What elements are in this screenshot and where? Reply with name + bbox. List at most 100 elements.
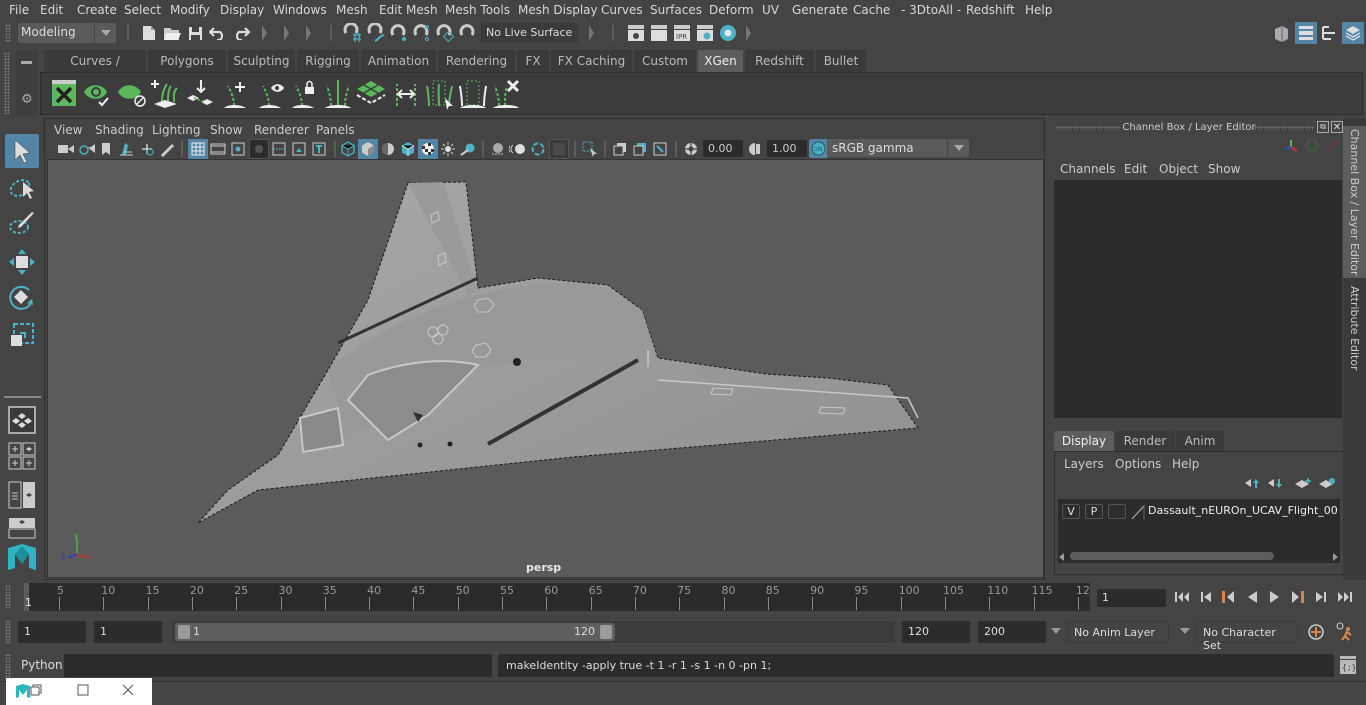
play-backwards-icon[interactable] xyxy=(1243,589,1261,605)
menu-set-selector[interactable]: Modeling xyxy=(18,23,116,43)
scroll-left-arrow[interactable] xyxy=(1059,553,1064,561)
status-line-grip[interactable] xyxy=(5,24,11,42)
layer-color-swatch[interactable] xyxy=(1131,503,1145,520)
gamma-icon[interactable] xyxy=(746,140,764,158)
layer-name[interactable]: Dassault_nEUROn_UCAV_Flight_001_ xyxy=(1148,504,1338,517)
rotate-tool-icon[interactable] xyxy=(5,281,39,315)
image-plane-icon[interactable] xyxy=(117,140,135,158)
render-view-icon[interactable] xyxy=(626,23,646,43)
go-to-start-icon[interactable] xyxy=(1174,589,1192,605)
panel-menu-panels[interactable]: Panels xyxy=(316,123,355,137)
snap-to-points-icon[interactable] xyxy=(389,23,409,43)
lasso-tool-icon[interactable] xyxy=(5,171,39,205)
snap-to-curves-icon[interactable] xyxy=(366,23,386,43)
hyperbolic-icon[interactable] xyxy=(1324,138,1340,154)
panel-menu-show[interactable]: Show xyxy=(210,123,242,137)
step-back-key-icon[interactable] xyxy=(1219,589,1237,605)
script-editor-icon[interactable]: {;} xyxy=(1338,654,1358,676)
layer-display-type-toggle[interactable] xyxy=(1108,504,1126,519)
render-current-frame-icon[interactable] xyxy=(649,23,669,43)
anim-layer-dropdown[interactable]: No Anim Layer xyxy=(1067,621,1169,643)
modeling-toolkit-icon[interactable] xyxy=(1271,23,1291,43)
menu-3dtoall[interactable]: - 3DtoAll - xyxy=(901,3,961,17)
xgen-editor-icon[interactable] xyxy=(50,78,78,108)
layer-hscrollbar[interactable] xyxy=(1058,550,1340,562)
use-all-lights-icon[interactable] xyxy=(439,140,457,158)
select-tool-icon[interactable] xyxy=(5,134,39,168)
menu-edit[interactable]: Edit xyxy=(40,3,63,17)
menu-deform[interactable]: Deform xyxy=(709,3,754,17)
playback-end-field[interactable]: 120 xyxy=(902,621,970,643)
show-menu[interactable]: Show xyxy=(1208,162,1240,176)
3d-viewport[interactable]: y x z persp xyxy=(47,159,1044,578)
range-slider-bar[interactable]: 1 120 xyxy=(175,623,615,641)
gear-icon[interactable]: ⚙ xyxy=(20,92,34,107)
menu-redshift[interactable]: Redshift xyxy=(966,3,1015,17)
character-set-dropdown[interactable]: No Character Set xyxy=(1196,621,1298,652)
four-view-layout-icon[interactable] xyxy=(5,439,39,473)
rebuild-guides-icon[interactable] xyxy=(391,78,421,110)
resolution-gate-icon[interactable] xyxy=(229,140,247,158)
collapse-arrow-icon[interactable] xyxy=(284,25,289,41)
camera-attributes-icon[interactable] xyxy=(78,140,96,158)
menu-select[interactable]: Select xyxy=(124,3,161,17)
shelf-tab-fx-caching[interactable]: FX Caching xyxy=(551,50,633,73)
snap-to-grid-icon[interactable] xyxy=(342,23,362,43)
add-or-move-guide-icon[interactable] xyxy=(222,78,252,110)
shelf-grip[interactable] xyxy=(4,52,10,114)
layer-row[interactable]: V P Dassault_nEUROn_UCAV_Flight_001_ xyxy=(1058,499,1340,523)
shadows-icon[interactable] xyxy=(459,140,477,158)
range-slider[interactable]: 1 120 xyxy=(172,621,895,643)
open-scene-icon[interactable] xyxy=(163,24,181,42)
xray-icon[interactable] xyxy=(611,140,629,158)
grid-toggle-icon[interactable] xyxy=(188,139,208,159)
shelf-tab-animation[interactable]: Animation xyxy=(361,50,437,73)
preview-eye-icon[interactable] xyxy=(82,78,112,108)
menu-generate[interactable]: Generate xyxy=(792,3,848,17)
delete-guides-icon[interactable] xyxy=(491,78,521,110)
chevron-down-icon[interactable] xyxy=(94,23,116,43)
snap-to-projected-center-icon[interactable] xyxy=(458,23,478,43)
panel-menu-renderer[interactable]: Renderer xyxy=(254,123,309,137)
xray-active-components-icon[interactable] xyxy=(631,140,649,158)
menu-create[interactable]: Create xyxy=(77,3,117,17)
layer-playback-toggle[interactable]: P xyxy=(1085,504,1103,519)
playback-start-field[interactable]: 1 xyxy=(94,621,162,643)
anti-aliasing-icon[interactable] xyxy=(529,140,547,158)
shelf-tab-bullet[interactable]: Bullet xyxy=(816,50,867,73)
field-chart-icon[interactable] xyxy=(270,140,288,158)
depth-of-field-icon[interactable] xyxy=(549,139,569,159)
new-layer-icon[interactable] xyxy=(1294,476,1312,490)
shelf-tab-curves-surfaces[interactable]: Curves / Surfaces xyxy=(44,50,147,91)
layer-tab-display[interactable]: Display xyxy=(1054,431,1114,451)
attribute-editor-toggle-icon[interactable] xyxy=(1295,22,1317,44)
gate-mask-icon[interactable] xyxy=(249,139,269,159)
collapse-arrow-icon[interactable] xyxy=(589,25,594,41)
xray-joints-icon[interactable] xyxy=(651,140,669,158)
add-guide-icon[interactable] xyxy=(150,78,180,110)
single-perspective-layout-icon[interactable] xyxy=(5,403,39,437)
new-layer-from-selected-icon[interactable] xyxy=(1318,476,1336,490)
use-default-material-icon[interactable] xyxy=(379,140,397,158)
shelf-tab-polygons[interactable]: Polygons xyxy=(148,50,227,73)
scale-tool-icon[interactable] xyxy=(5,318,39,352)
collapse-arrow-icon[interactable] xyxy=(746,25,751,41)
range-slider-grip[interactable] xyxy=(5,620,11,644)
close-icon[interactable]: ✕ xyxy=(1331,121,1343,133)
textured-icon[interactable] xyxy=(418,139,438,159)
animation-preferences-icon[interactable] xyxy=(1334,621,1356,643)
panel-menu-view[interactable]: View xyxy=(54,123,82,137)
range-start-handle[interactable] xyxy=(178,625,190,639)
panel-menu-lighting[interactable]: Lighting xyxy=(152,123,201,137)
tool-settings-toggle-icon[interactable] xyxy=(1319,23,1339,43)
scroll-right-arrow[interactable] xyxy=(1333,553,1338,561)
layer-tab-render[interactable]: Render xyxy=(1115,431,1175,451)
menu-cache[interactable]: Cache xyxy=(853,3,890,17)
move-tool-icon[interactable] xyxy=(5,245,39,279)
save-scene-icon[interactable] xyxy=(187,24,203,42)
select-guides-icon[interactable] xyxy=(425,78,455,110)
menu-file[interactable]: File xyxy=(9,3,29,17)
shelf-tab-sculpting[interactable]: Sculpting xyxy=(228,50,296,73)
sculpt-guide-icon[interactable] xyxy=(323,78,353,110)
step-back-frame-icon[interactable] xyxy=(1197,589,1215,605)
